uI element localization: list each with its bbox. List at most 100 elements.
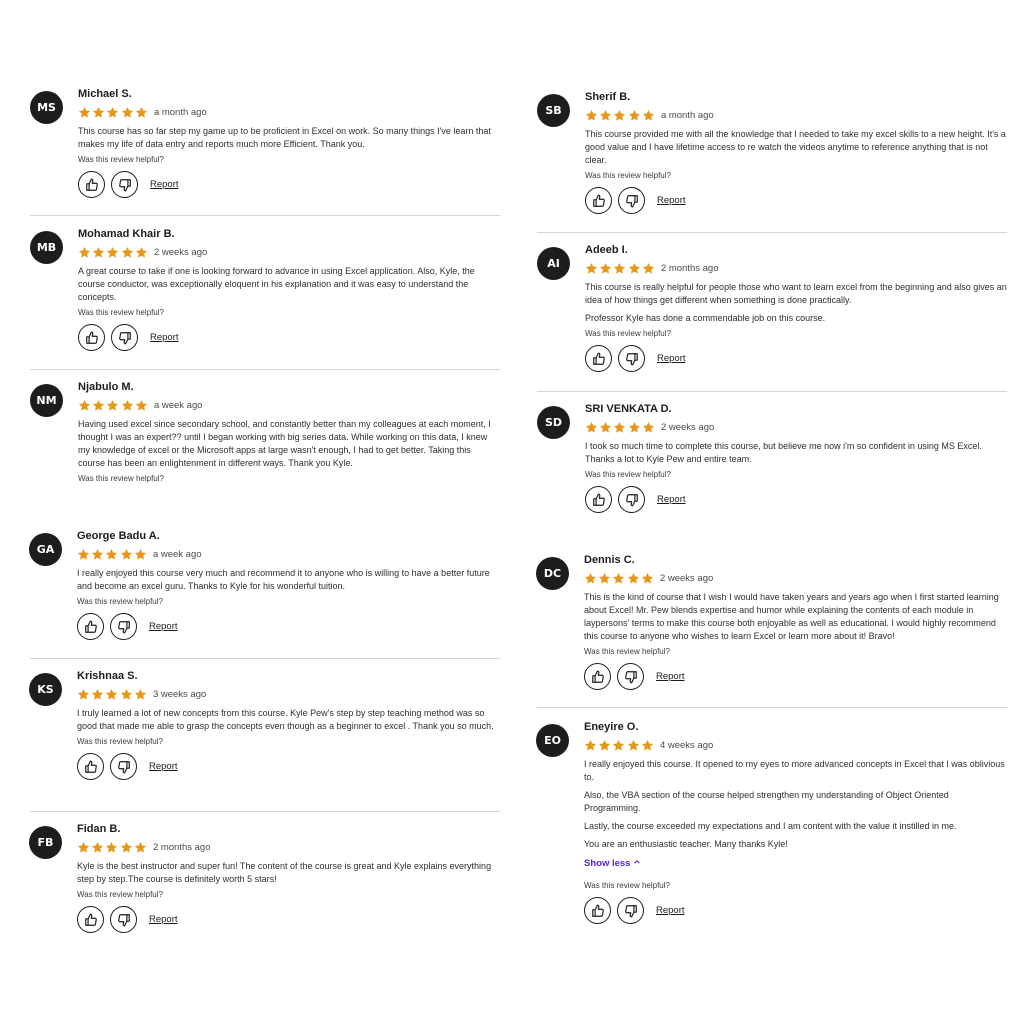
reviewer-name: Njabulo M. bbox=[78, 381, 134, 393]
review-text: Professor Kyle has done a commendable jo… bbox=[585, 313, 826, 323]
rating-row: a month ago bbox=[78, 106, 496, 119]
thumbs-down-button[interactable] bbox=[618, 187, 645, 214]
report-link[interactable]: Report bbox=[149, 914, 178, 925]
star-icon bbox=[641, 739, 654, 752]
reviewer-name: Sherif B. bbox=[585, 91, 631, 103]
star-rating bbox=[77, 841, 148, 854]
thumbs-up-button[interactable] bbox=[585, 187, 612, 214]
star-icon bbox=[628, 109, 641, 122]
thumbs-up-button[interactable] bbox=[78, 171, 105, 198]
reviewer-name: Eneyire O. bbox=[584, 721, 639, 733]
star-icon bbox=[627, 572, 640, 585]
report-link[interactable]: Report bbox=[657, 195, 686, 206]
star-icon bbox=[613, 109, 626, 122]
star-icon bbox=[105, 841, 118, 854]
review-body: Sherif B. a month ago This course provided… bbox=[585, 91, 1007, 214]
star-icon bbox=[77, 548, 90, 561]
star-icon bbox=[135, 246, 148, 259]
report-link[interactable]: Report bbox=[656, 905, 685, 916]
thumbs-down-button[interactable] bbox=[110, 613, 137, 640]
review-text: I took so much time to complete this cou… bbox=[585, 441, 982, 464]
thumbs-down-button[interactable] bbox=[110, 906, 137, 933]
helpful-prompt: Was this review helpful? bbox=[78, 474, 164, 483]
thumbs-up-icon bbox=[85, 331, 99, 345]
star-icon bbox=[121, 246, 134, 259]
thumbs-down-icon bbox=[624, 670, 638, 684]
thumbs-down-button[interactable] bbox=[618, 486, 645, 513]
review-date: 4 weeks ago bbox=[659, 740, 714, 751]
review-text: Kyle is the best instructor and super fu… bbox=[77, 861, 492, 884]
thumbs-up-icon bbox=[84, 620, 98, 634]
rating-row: a week ago bbox=[77, 548, 495, 561]
thumbs-up-icon bbox=[592, 194, 606, 208]
report-link[interactable]: Report bbox=[657, 353, 686, 364]
helpful-prompt: Was this review helpful? bbox=[585, 470, 671, 479]
thumbs-down-button[interactable] bbox=[617, 663, 644, 690]
review-text: I really enjoyed this course very much a… bbox=[77, 568, 490, 591]
avatar: NM bbox=[30, 384, 63, 417]
star-icon bbox=[627, 739, 640, 752]
thumbs-up-button[interactable] bbox=[77, 613, 104, 640]
star-icon bbox=[613, 421, 626, 434]
star-icon bbox=[613, 262, 626, 275]
star-icon bbox=[585, 421, 598, 434]
review-text: This course provided me with all the kno… bbox=[585, 129, 1006, 165]
reviewer-name: SRI VENKATA D. bbox=[585, 403, 672, 415]
rating-row: 2 weeks ago bbox=[584, 572, 1006, 585]
feedback-actions: Report bbox=[585, 345, 1007, 372]
thumbs-up-button[interactable] bbox=[585, 486, 612, 513]
thumbs-up-icon bbox=[84, 913, 98, 927]
review-body: Michael S. a month ago This course has so … bbox=[78, 88, 496, 198]
report-link[interactable]: Report bbox=[150, 179, 179, 190]
thumbs-up-button[interactable] bbox=[585, 345, 612, 372]
thumbs-up-button[interactable] bbox=[77, 906, 104, 933]
show-less-button[interactable]: Show less bbox=[584, 857, 1006, 870]
review-date: 3 weeks ago bbox=[152, 689, 207, 700]
review-divider bbox=[30, 811, 500, 812]
thumbs-up-button[interactable] bbox=[584, 897, 611, 924]
thumbs-down-button[interactable] bbox=[110, 753, 137, 780]
star-icon bbox=[120, 841, 133, 854]
star-icon bbox=[585, 109, 598, 122]
helpful-prompt: Was this review helpful? bbox=[78, 308, 164, 317]
report-link[interactable]: Report bbox=[149, 761, 178, 772]
feedback-actions: Report bbox=[78, 171, 496, 198]
avatar: SD bbox=[537, 406, 570, 439]
thumbs-up-button[interactable] bbox=[584, 663, 611, 690]
report-link[interactable]: Report bbox=[149, 621, 178, 632]
feedback-actions: Report bbox=[77, 906, 495, 933]
star-icon bbox=[78, 399, 91, 412]
helpful-prompt: Was this review helpful? bbox=[584, 881, 670, 890]
avatar: DC bbox=[536, 557, 569, 590]
star-icon bbox=[584, 739, 597, 752]
thumbs-down-button[interactable] bbox=[618, 345, 645, 372]
star-rating bbox=[584, 572, 655, 585]
report-link[interactable]: Report bbox=[150, 332, 179, 343]
review-text: This course has so far step my game up t… bbox=[78, 126, 491, 149]
review-text: Also, the VBA section of the course help… bbox=[584, 790, 949, 813]
star-icon bbox=[134, 841, 147, 854]
review-body: Njabulo M. a week ago Having used excel si… bbox=[78, 381, 496, 484]
reviewer-name: Krishnaa S. bbox=[77, 670, 138, 682]
report-link[interactable]: Report bbox=[656, 671, 685, 682]
thumbs-down-icon bbox=[117, 913, 131, 927]
avatar: MB bbox=[30, 231, 63, 264]
review-divider bbox=[30, 215, 500, 216]
star-icon bbox=[642, 421, 655, 434]
thumbs-down-button[interactable] bbox=[111, 324, 138, 351]
report-link[interactable]: Report bbox=[657, 494, 686, 505]
reviewer-name: Fidan B. bbox=[77, 823, 121, 835]
thumbs-up-button[interactable] bbox=[77, 753, 104, 780]
review-divider bbox=[30, 369, 500, 370]
thumbs-up-button[interactable] bbox=[78, 324, 105, 351]
thumbs-down-button[interactable] bbox=[111, 171, 138, 198]
avatar: KS bbox=[29, 673, 62, 706]
star-icon bbox=[106, 246, 119, 259]
rating-row: a month ago bbox=[585, 109, 1007, 122]
helpful-prompt: Was this review helpful? bbox=[77, 890, 163, 899]
review-text: I truly learned a lot of new concepts fr… bbox=[77, 708, 494, 731]
review-text: Having used excel since secondary school… bbox=[78, 419, 491, 468]
thumbs-down-button[interactable] bbox=[617, 897, 644, 924]
thumbs-down-icon bbox=[118, 331, 132, 345]
review-text: I really enjoyed this course. It opened … bbox=[584, 759, 1005, 782]
